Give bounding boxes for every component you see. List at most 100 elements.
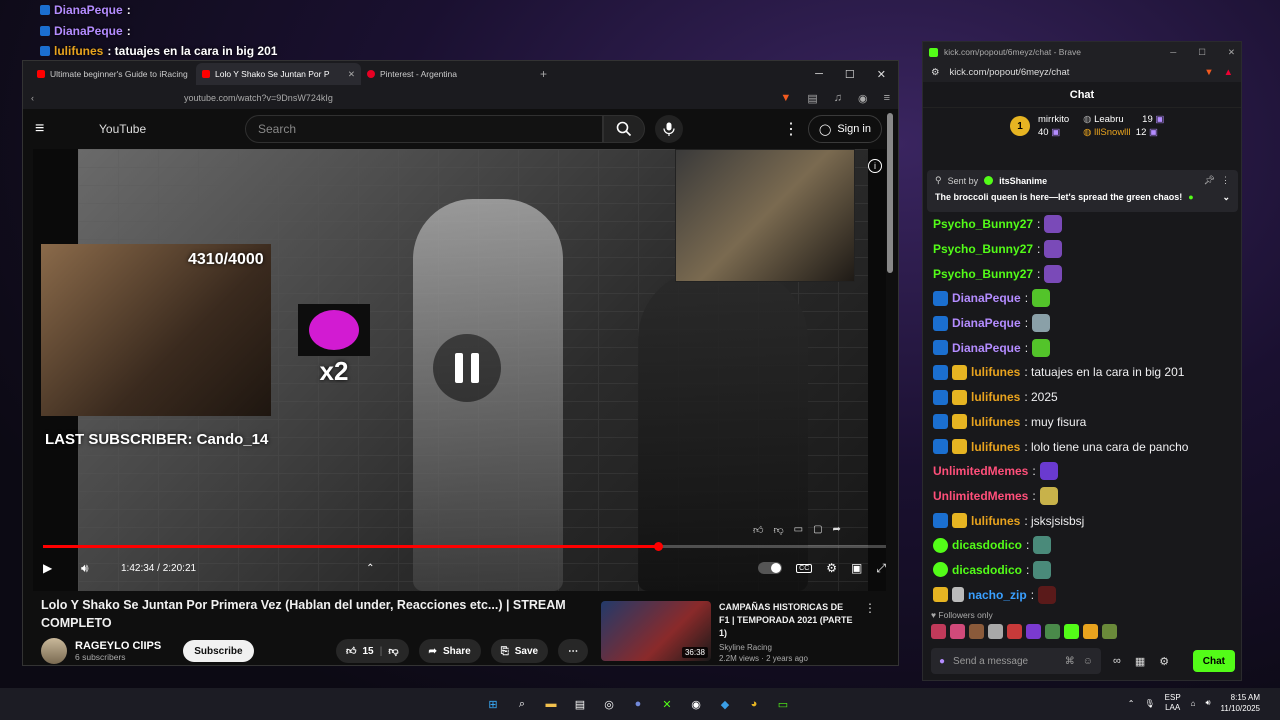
sign-in-button[interactable]: ◯ Sign in bbox=[808, 115, 882, 143]
file-explorer-icon[interactable]: ▬ bbox=[541, 694, 561, 714]
close-window-icon[interactable]: ✕ bbox=[1228, 47, 1235, 58]
vscode-icon[interactable]: ◆ bbox=[715, 694, 735, 714]
fullscreen-icon[interactable]: ⤢ bbox=[876, 561, 886, 576]
emote-icon[interactable] bbox=[1045, 624, 1060, 639]
tab-iracing-guide[interactable]: Ultimate beginner's Guide to iRacing bbox=[31, 63, 196, 85]
recommended-menu-icon[interactable]: ⋮ bbox=[864, 601, 876, 661]
comment-icon[interactable]: ▭ bbox=[794, 524, 803, 536]
chat-username[interactable]: DianaPeque bbox=[952, 341, 1021, 355]
chapter-chevron-icon[interactable]: ⌃ bbox=[366, 563, 374, 574]
network-icon[interactable]: ⌂ bbox=[1191, 699, 1196, 708]
tab-lolo-shako[interactable]: Lolo Y Shako Se Juntan Por P ✕ bbox=[196, 63, 361, 85]
chat-username[interactable]: Psycho_Bunny27 bbox=[933, 267, 1033, 281]
store-icon[interactable]: ▤ bbox=[570, 694, 590, 714]
browser-menu-icon[interactable]: ≡ bbox=[884, 92, 890, 105]
youtube-logo[interactable]: YouTube bbox=[99, 122, 146, 136]
like-button[interactable]: 👍︎ 15 | 👎︎ bbox=[336, 639, 409, 663]
emote-icon[interactable] bbox=[950, 624, 965, 639]
music-icon[interactable]: ♫ bbox=[834, 92, 842, 105]
brave-shield-icon[interactable]: ▼ bbox=[780, 92, 791, 105]
site-info-icon[interactable]: ⚙ bbox=[931, 67, 940, 78]
search-icon[interactable]: ⌕ bbox=[512, 694, 532, 714]
reader-icon[interactable]: ▤ bbox=[807, 92, 817, 105]
maximize-icon[interactable]: ☐ bbox=[1198, 47, 1206, 58]
thumbs-down-icon[interactable]: 👎︎ bbox=[388, 645, 398, 657]
emote-icon[interactable] bbox=[1064, 624, 1079, 639]
pinned-menu-icon[interactable]: ⋮ bbox=[1221, 175, 1230, 186]
battery-app-icon[interactable]: ▭ bbox=[773, 694, 793, 714]
video-player[interactable]: 4310/4000 LAST SUBSCRIBER: Cando_14 x2 i… bbox=[33, 149, 886, 591]
thumbs-down-icon[interactable]: 👎︎ bbox=[773, 524, 783, 536]
commands-icon[interactable]: ⌘ bbox=[1065, 656, 1075, 667]
chat-username[interactable]: DianaPeque bbox=[952, 316, 1021, 330]
more-actions-button[interactable]: ⋯ bbox=[558, 639, 589, 663]
leader-name[interactable]: Leabru bbox=[1094, 114, 1124, 125]
emote-icon[interactable] bbox=[1083, 624, 1098, 639]
emote-icon[interactable] bbox=[969, 624, 984, 639]
xbox-icon[interactable]: ✕ bbox=[657, 694, 677, 714]
play-icon[interactable]: ▶ bbox=[43, 561, 69, 575]
channel-avatar[interactable] bbox=[41, 638, 67, 664]
store-icon[interactable]: ▦ bbox=[1135, 655, 1145, 668]
search-button[interactable] bbox=[603, 115, 645, 143]
emote-icon[interactable] bbox=[1102, 624, 1117, 639]
expand-chevron-icon[interactable]: ⌄ bbox=[1222, 192, 1230, 203]
chat-username[interactable]: lulifunes bbox=[971, 415, 1020, 429]
close-tab-icon[interactable]: ✕ bbox=[348, 69, 355, 80]
clock[interactable]: 8:15 AM 11/10/2025 bbox=[1221, 692, 1260, 714]
brave-rewards-icon[interactable]: ▲ bbox=[1224, 67, 1233, 78]
chat-username[interactable]: UnlimitedMemes bbox=[933, 489, 1028, 503]
chat-username[interactable]: Psycho_Bunny27 bbox=[933, 242, 1033, 256]
pause-button[interactable] bbox=[433, 334, 501, 402]
chat-icon[interactable]: ▢ bbox=[813, 524, 822, 536]
discord-icon[interactable]: ● bbox=[628, 694, 648, 714]
settings-kebab-icon[interactable]: ⋮ bbox=[783, 119, 799, 139]
minimize-icon[interactable]: ─ bbox=[815, 68, 823, 81]
emoji-icon[interactable]: ☺ bbox=[1083, 656, 1093, 667]
unpin-icon[interactable]: 📌︎ bbox=[1204, 175, 1215, 186]
voice-search-button[interactable] bbox=[655, 115, 683, 143]
url-field[interactable]: kick.com/popout/6meyz/chat bbox=[950, 67, 1070, 78]
channel-name[interactable]: RAGEYLO ClIPS bbox=[75, 640, 161, 652]
leader-name[interactable]: mirrkito bbox=[1038, 114, 1069, 125]
autoplay-toggle[interactable] bbox=[758, 562, 783, 574]
settings-gear-icon[interactable]: ⚙ bbox=[826, 561, 837, 575]
chrome-icon[interactable]: ◕ bbox=[744, 694, 764, 714]
obs-icon[interactable]: ◎ bbox=[599, 694, 619, 714]
steam-icon[interactable]: ◉ bbox=[686, 694, 706, 714]
chat-username[interactable]: lulifunes bbox=[971, 514, 1020, 528]
emote-icon[interactable] bbox=[988, 624, 1003, 639]
language-indicator[interactable]: ESP LAA bbox=[1165, 693, 1181, 713]
thumbs-up-icon[interactable]: 👍︎ bbox=[753, 524, 763, 536]
volume-icon[interactable]: 🔊︎ bbox=[81, 561, 117, 576]
miniplayer-icon[interactable]: ▣ bbox=[851, 561, 862, 575]
maximize-icon[interactable]: ☐ bbox=[845, 68, 855, 81]
hamburger-menu-icon[interactable]: ≡ bbox=[35, 120, 59, 138]
brave-shield-icon[interactable]: ▼ bbox=[1204, 67, 1213, 78]
minimize-icon[interactable]: ─ bbox=[1170, 47, 1176, 58]
tab-pinterest[interactable]: Pinterest - Argentina bbox=[361, 63, 526, 85]
progress-bar[interactable] bbox=[43, 542, 886, 551]
page-scrollbar[interactable] bbox=[887, 113, 893, 273]
leader-name[interactable]: lllSnowlll bbox=[1094, 127, 1130, 138]
chat-username[interactable]: nacho_zip bbox=[968, 588, 1027, 602]
share-icon[interactable]: ➦ bbox=[833, 524, 841, 536]
send-chat-button[interactable]: Chat bbox=[1192, 650, 1235, 672]
start-icon[interactable]: ⊞ bbox=[483, 694, 503, 714]
subscribe-button[interactable]: Subscribe bbox=[183, 640, 254, 662]
chat-username[interactable]: UnlimitedMemes bbox=[933, 464, 1028, 478]
chat-username[interactable]: lulifunes bbox=[971, 365, 1020, 379]
volume-icon[interactable]: 🔊︎ bbox=[1206, 698, 1211, 708]
chat-username[interactable]: lulifunes bbox=[971, 390, 1020, 404]
microphone-icon[interactable]: ● bbox=[939, 656, 945, 667]
url-field[interactable]: youtube.com/watch?v=9DnsW724kIg bbox=[184, 93, 333, 103]
back-icon[interactable]: ‹ bbox=[31, 93, 34, 103]
save-button[interactable]: ⎘ Save bbox=[490, 639, 549, 663]
new-tab-icon[interactable]: + bbox=[540, 67, 547, 81]
share-button[interactable]: ➦ Share bbox=[418, 639, 481, 663]
chat-username[interactable]: dicasdodico bbox=[952, 563, 1022, 577]
search-input[interactable]: Search bbox=[245, 115, 603, 143]
captions-icon[interactable]: CC bbox=[796, 563, 813, 573]
microphone-icon[interactable]: 🎙︎ bbox=[1144, 699, 1154, 708]
chat-username[interactable]: DianaPeque bbox=[952, 291, 1021, 305]
